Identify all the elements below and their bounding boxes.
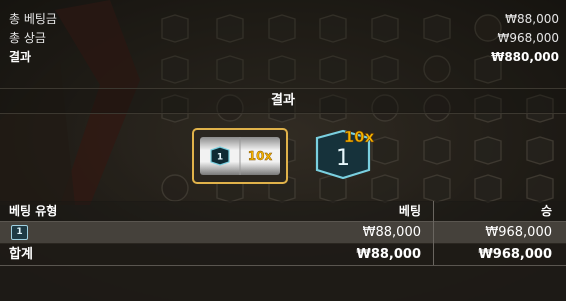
total-bet-cell: ₩88,000 bbox=[356, 247, 421, 262]
summary-total-win: 총 상금 ₩968,000 bbox=[0, 29, 566, 48]
total-win-label: 총 상금 bbox=[9, 31, 46, 45]
total-label: 합계 bbox=[9, 247, 33, 262]
result-section-title: 결과 bbox=[0, 88, 566, 114]
result-card: 1 10x bbox=[315, 128, 375, 180]
row-win-value: ₩968,000 bbox=[485, 225, 552, 240]
table-divider-bottom bbox=[0, 265, 566, 266]
card-number: 1 bbox=[336, 146, 350, 171]
header-win: 승 bbox=[540, 204, 552, 218]
result-value: ₩880,000 bbox=[491, 50, 559, 64]
total-win-cell: ₩968,000 bbox=[478, 247, 552, 262]
slot-symbol-text: 1 bbox=[217, 153, 223, 163]
header-bet: 베팅 bbox=[398, 204, 421, 218]
total-bet-label: 총 베팅금 bbox=[9, 12, 57, 26]
total-win-value: ₩968,000 bbox=[497, 31, 560, 45]
slot-reel-result: 1 10x bbox=[192, 128, 288, 184]
bet-type-badge: 1 bbox=[11, 225, 28, 240]
slot-multiplier-text: 10x bbox=[248, 149, 273, 163]
summary-result: 결과 ₩880,000 bbox=[0, 48, 566, 67]
bet-table-header: 베팅 유형 베팅 승 bbox=[0, 201, 566, 221]
table-row: 1 ₩88,000 ₩968,000 bbox=[0, 222, 566, 243]
summary-total-bet: 총 베팅금 ₩88,000 bbox=[0, 10, 566, 29]
header-bet-type: 베팅 유형 bbox=[9, 204, 58, 218]
column-divider bbox=[433, 201, 434, 265]
row-bet-value: ₩88,000 bbox=[362, 225, 421, 240]
result-label: 결과 bbox=[9, 50, 32, 64]
total-bet-value: ₩88,000 bbox=[505, 12, 559, 26]
table-total-row: 합계 ₩88,000 ₩968,000 bbox=[0, 244, 566, 265]
card-multiplier: 10x bbox=[344, 128, 375, 146]
